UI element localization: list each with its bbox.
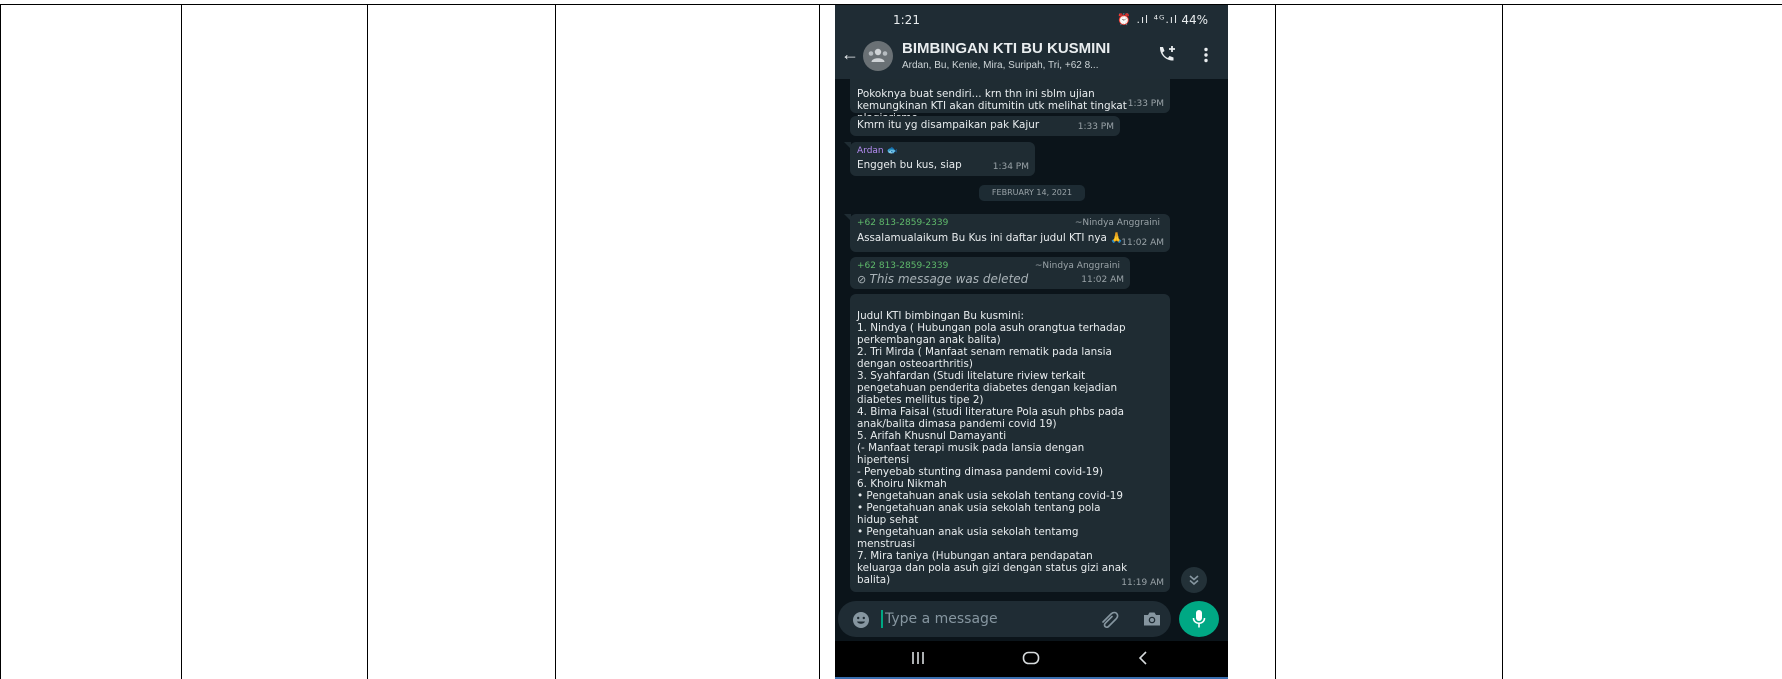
chat-header: ← BIMBINGAN KTI BU KUSMINI Ardan, Bu, Ke… <box>835 31 1228 79</box>
sender-alias: ~Nindya Anggraini <box>1074 218 1160 228</box>
message-time: 11:02 AM <box>1081 275 1124 285</box>
message-time: 1:34 PM <box>992 162 1029 172</box>
message-bubble[interactable]: Judul KTI bimbingan Bu kusmini: 1. Nindy… <box>850 294 1170 592</box>
android-nav-bar <box>835 641 1228 677</box>
table-column-border <box>0 4 1 679</box>
text-cursor <box>881 610 883 628</box>
battery-level: 44% <box>1181 13 1208 27</box>
table-column-border <box>181 4 182 679</box>
message-time: 11:19 AM <box>1121 578 1164 588</box>
table-column-border <box>1275 4 1276 679</box>
chat-messages[interactable]: Pokoknya buat sendiri... krn thn ini sbl… <box>835 79 1228 599</box>
message-bubble[interactable]: Pokoknya buat sendiri... krn thn ini sbl… <box>850 79 1170 124</box>
message-input[interactable] <box>885 609 1075 629</box>
home-icon[interactable] <box>1022 651 1040 665</box>
message-input-container[interactable] <box>838 601 1171 637</box>
date-separator: FEBRUARY 14, 2021 <box>979 185 1085 201</box>
group-icon <box>868 48 888 62</box>
message-time: 11:02 AM <box>1121 238 1164 248</box>
fish-emoji-icon: 🐟 <box>886 146 898 156</box>
phone-screenshot: 1:21 ⏰ .ıl ⁴ᴳ.ıl 44% ← BIMBINGAN KTI BU … <box>835 5 1228 679</box>
signal-icons: ⏰ .ıl ⁴ᴳ.ıl <box>1117 13 1178 26</box>
message-bubble[interactable]: Ardan 🐟 Enggeh bu kus, siap 1:34 PM <box>844 142 1035 176</box>
table-column-border <box>555 4 556 679</box>
nav-back-icon[interactable] <box>1137 650 1149 666</box>
message-text: Judul KTI bimbingan Bu kusmini: 1. Nindy… <box>857 310 1128 586</box>
table-column-border <box>367 4 368 679</box>
attach-icon[interactable] <box>1100 610 1120 628</box>
sender-alias: ~Nindya Anggraini <box>1034 261 1120 271</box>
group-avatar[interactable] <box>863 41 893 71</box>
message-time: 1:33 PM <box>1077 122 1114 132</box>
voice-message-button[interactable] <box>1179 601 1219 637</box>
group-title[interactable]: BIMBINGAN KTI BU KUSMINI <box>902 40 1110 57</box>
more-options-icon[interactable] <box>1203 47 1209 63</box>
table-column-border <box>819 4 820 679</box>
message-bubble[interactable]: Kmrn itu yg disampaikan pak Kajur 1:33 P… <box>850 116 1120 136</box>
back-arrow-icon[interactable]: ← <box>841 44 859 65</box>
message-time: 1:33 PM <box>1127 99 1164 109</box>
sender-name: Ardan 🐟 <box>857 146 898 156</box>
status-time: 1:21 <box>893 13 920 27</box>
recent-apps-icon[interactable] <box>910 650 926 666</box>
message-text: This message was deleted <box>869 272 1029 286</box>
message-bubble[interactable]: +62 813-2859-2339 ~Nindya Anggraini ⊘ Th… <box>850 257 1130 289</box>
status-bar: 1:21 ⏰ .ıl ⁴ᴳ.ıl 44% <box>835 5 1228 31</box>
microphone-icon <box>1192 610 1206 628</box>
message-text: Assalamualaikum Bu Kus ini daftar judul … <box>857 232 1124 244</box>
deleted-icon: ⊘ <box>857 273 867 286</box>
message-bubble[interactable]: +62 813-2859-2339 ~Nindya Anggraini Assa… <box>844 214 1170 252</box>
camera-icon[interactable] <box>1142 611 1162 627</box>
message-input-bar <box>835 599 1228 641</box>
scroll-down-button[interactable] <box>1181 567 1207 593</box>
group-members[interactable]: Ardan, Bu, Kenie, Mira, Suripah, Tri, +6… <box>902 60 1099 71</box>
table-column-border <box>1502 4 1503 679</box>
add-call-icon[interactable] <box>1156 45 1178 63</box>
emoji-icon[interactable] <box>852 611 870 629</box>
double-chevron-down-icon <box>1189 575 1199 586</box>
message-text: Kmrn itu yg disampaikan pak Kajur <box>857 119 1040 131</box>
